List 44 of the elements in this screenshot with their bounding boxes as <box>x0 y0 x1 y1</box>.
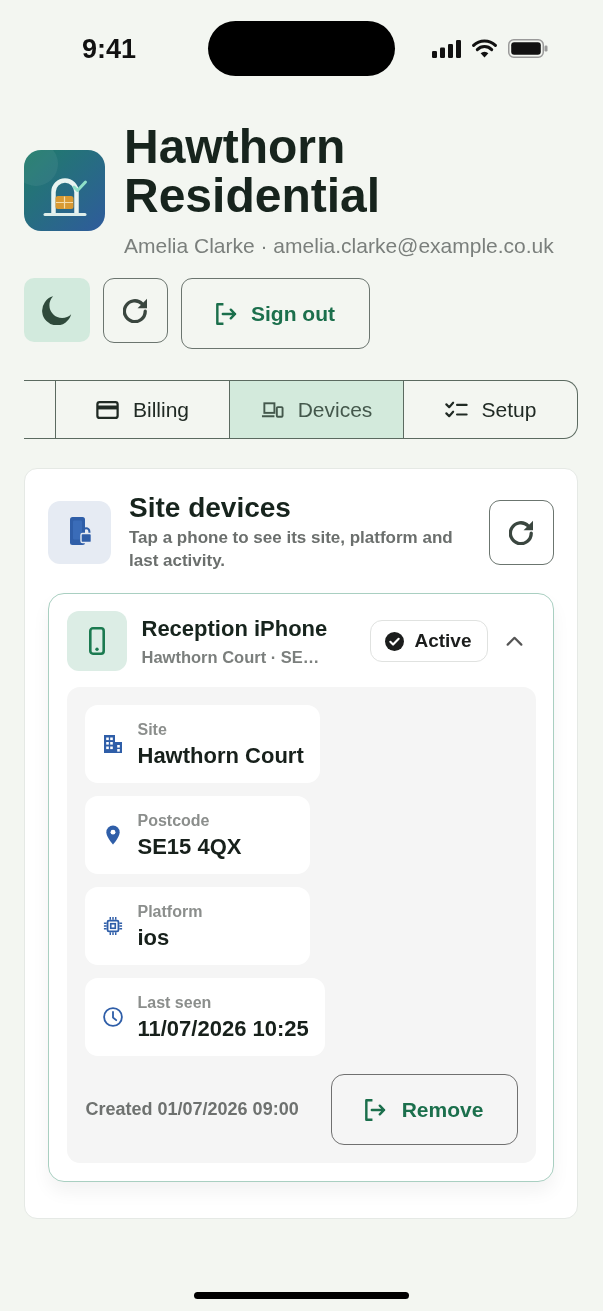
detail-value: Hawthorn Court <box>137 741 304 769</box>
detail-label: Platform <box>137 901 203 922</box>
sign-out-icon <box>216 302 237 325</box>
section-description: Tap a phone to see its site, platform and last activity. <box>129 527 454 572</box>
tab[interactable]: Devices <box>229 381 403 438</box>
checklist-icon <box>444 400 468 419</box>
sign-out-button[interactable]: Sign out <box>181 278 370 349</box>
check-circle-icon <box>385 631 405 651</box>
created-date: Created 01/07/2026 09:00 <box>84 1099 299 1120</box>
remove-button[interactable]: Remove <box>330 1074 518 1145</box>
app-icon <box>24 150 105 231</box>
theme-toggle-button[interactable] <box>24 278 90 342</box>
section-title: Site devices <box>129 492 292 524</box>
wifi-icon <box>472 39 497 58</box>
laptop-phone-icon <box>260 400 284 419</box>
refresh-icon <box>509 519 534 545</box>
detail-label: Postcode <box>137 810 211 831</box>
detail-label: Last seen <box>137 992 213 1013</box>
phone-lock-icon <box>48 500 111 564</box>
device-name: Reception iPhone <box>141 614 329 643</box>
refresh-icon <box>123 298 148 323</box>
account-info: Amelia Clarke · amelia.clarke@example.co.uk <box>124 233 555 259</box>
status-time: 9:41 <box>80 33 136 64</box>
tab[interactable]: Setup <box>403 381 577 438</box>
detail-value: ios <box>137 923 171 951</box>
credit-card-icon <box>96 400 119 419</box>
refresh-button[interactable] <box>103 278 168 343</box>
detail-label: Site <box>137 719 168 740</box>
detail-value: 11/07/2026 10:25 <box>137 1014 309 1042</box>
app-title: Hawthorn Residential <box>124 122 382 220</box>
phone-icon <box>66 611 127 671</box>
exit-icon <box>364 1098 386 1121</box>
building-icon <box>102 734 123 754</box>
battery-icon <box>508 39 548 58</box>
status-label: Active <box>414 630 472 652</box>
chip-icon <box>102 916 123 936</box>
detail-value: SE15 4QX <box>137 832 242 860</box>
moon-icon <box>42 295 72 325</box>
device-card[interactable]: Reception iPhone Hawthorn Court · SE… Active Site Hawthorn Court Postcode SE15 4QX Platform ios Last seen 11/07/2026 10:25 Created 01/07/2026 09:00 Remove <box>48 593 554 1182</box>
clock-icon <box>102 1007 123 1027</box>
signal-icon <box>432 39 461 58</box>
refresh-button[interactable] <box>489 499 554 565</box>
device-summary: Hawthorn Court · SE… <box>141 646 321 668</box>
chevron-up-icon[interactable] <box>505 636 523 646</box>
